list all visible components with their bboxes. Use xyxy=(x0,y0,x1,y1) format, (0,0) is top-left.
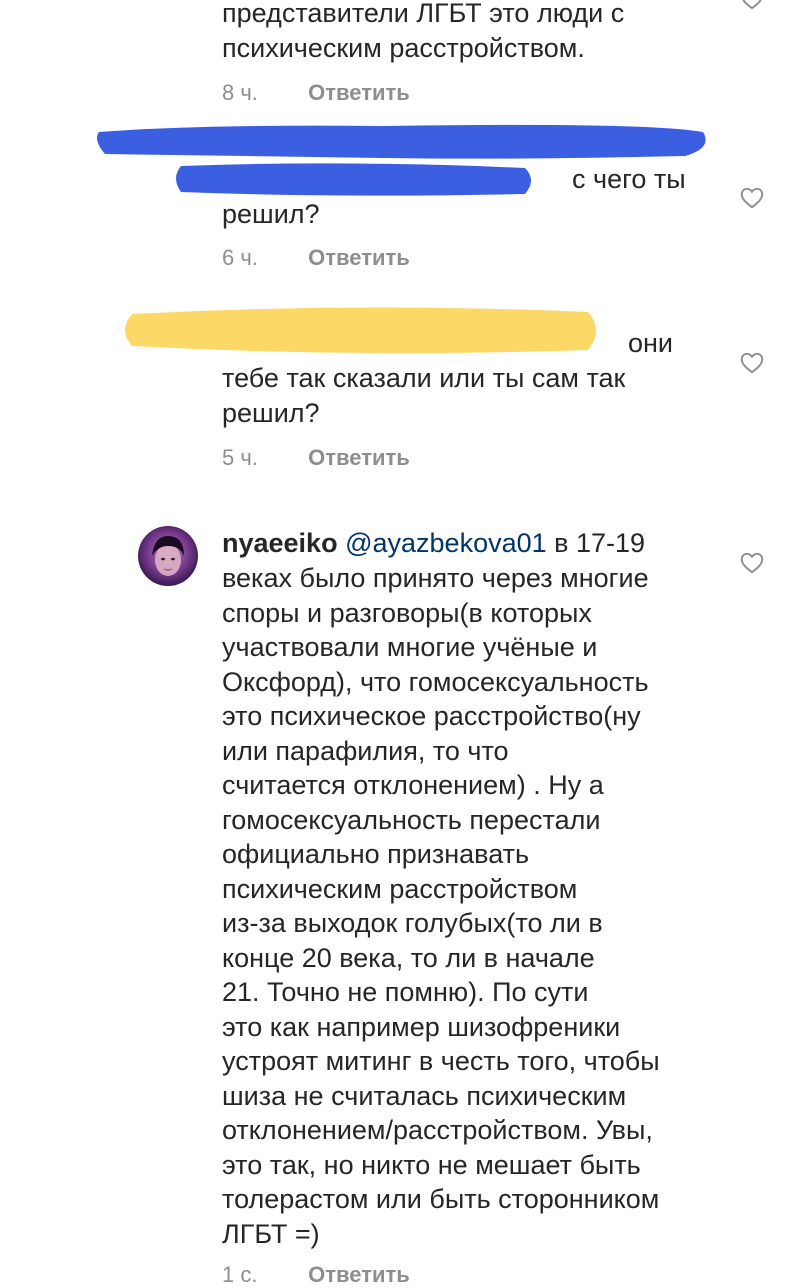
heart-icon[interactable] xyxy=(739,185,765,211)
comment-2-line-1: с чего ты xyxy=(572,164,686,194)
comment-4-reply-button[interactable]: Ответить xyxy=(308,1262,410,1287)
comment-4-line: официально признавать xyxy=(222,839,530,869)
comment-username[interactable]: nyaeeiko xyxy=(222,528,338,558)
comment-2-time: 6 ч. xyxy=(222,245,258,270)
comment-4-line: ЛГБТ =) xyxy=(222,1219,320,1249)
comment-4-line: это так, но никто не мешает быть xyxy=(222,1150,641,1180)
comment-3-line-3: решил? xyxy=(222,398,320,428)
heart-icon[interactable] xyxy=(739,0,765,12)
comment-3-time: 5 ч. xyxy=(222,445,258,470)
comment-4-line: психическим расстройством xyxy=(222,874,578,904)
comment-2-meta: 6 ч. Ответить xyxy=(222,245,410,271)
comment-4-line: это психическое расстройство(ну xyxy=(222,701,641,731)
comment-mention-link[interactable]: @ayazbekova01 xyxy=(345,528,547,558)
redaction-yellow xyxy=(125,307,596,354)
comment-4-line: участвовали многие учёные и xyxy=(222,632,598,662)
comment-3-reply-button[interactable]: Ответить xyxy=(308,445,410,470)
comment-3-line-2: тебе так сказали или ты сам так xyxy=(222,363,626,393)
comment-4-line: или парафилия, то что xyxy=(222,736,509,766)
comment-4-first-line: nyaeeiko @ayazbekova01 в 17-19 xyxy=(222,526,645,561)
comment-4-line: шиза не считалась психическим xyxy=(222,1081,627,1111)
avatar[interactable] xyxy=(138,526,198,586)
comment-3-line-1: они xyxy=(628,328,674,358)
comment-2-reply-button[interactable]: Ответить xyxy=(308,245,410,270)
heart-icon[interactable] xyxy=(739,350,765,376)
comment-4-line: это как например шизофреники xyxy=(222,1012,621,1042)
comment-4-time: 1 с. xyxy=(222,1262,258,1287)
comment-2-line-2: решил? xyxy=(222,199,320,229)
comment-4-line: из-за выходок голубых(то ли в xyxy=(222,908,603,938)
comment-1-time: 8 ч. xyxy=(222,80,258,105)
comment-1-meta: 8 ч. Ответить xyxy=(222,80,410,106)
heart-icon[interactable] xyxy=(739,550,765,576)
comment-4-meta: 1 с. Ответить xyxy=(222,1262,410,1288)
comment-4-line: считается отклонением) . Ну а xyxy=(222,770,604,800)
comment-4-line: гомосексуальность перестали xyxy=(222,805,601,835)
comment-1-reply-button[interactable]: Ответить xyxy=(308,80,410,105)
avatar-image xyxy=(152,536,184,576)
comment-4-line: 21. Точно не помню). По сути xyxy=(222,977,589,1007)
comment-4-line: устроят митинг в честь того, чтобы xyxy=(222,1046,660,1076)
comment-4-line: толерастом или быть сторонником xyxy=(222,1184,660,1214)
comment-4-line: конце 20 века, то ли в начале xyxy=(222,943,595,973)
comment-4-line: Оксфорд), что гомосексуальность xyxy=(222,667,649,697)
comment-4-line: споры и разговоры(в которых xyxy=(222,598,592,628)
comment-1-line-2: психическим расстройством. xyxy=(222,33,585,63)
comment-4-line: веках было принято через многие xyxy=(222,563,649,593)
comment-4-first-line-text: в 17-19 xyxy=(554,528,646,558)
comment-4-line: отклонением/расстройством. Увы, xyxy=(222,1115,653,1145)
comment-3-meta: 5 ч. Ответить xyxy=(222,445,410,471)
comment-1-line-1: представители ЛГБТ это люди с xyxy=(222,0,625,28)
